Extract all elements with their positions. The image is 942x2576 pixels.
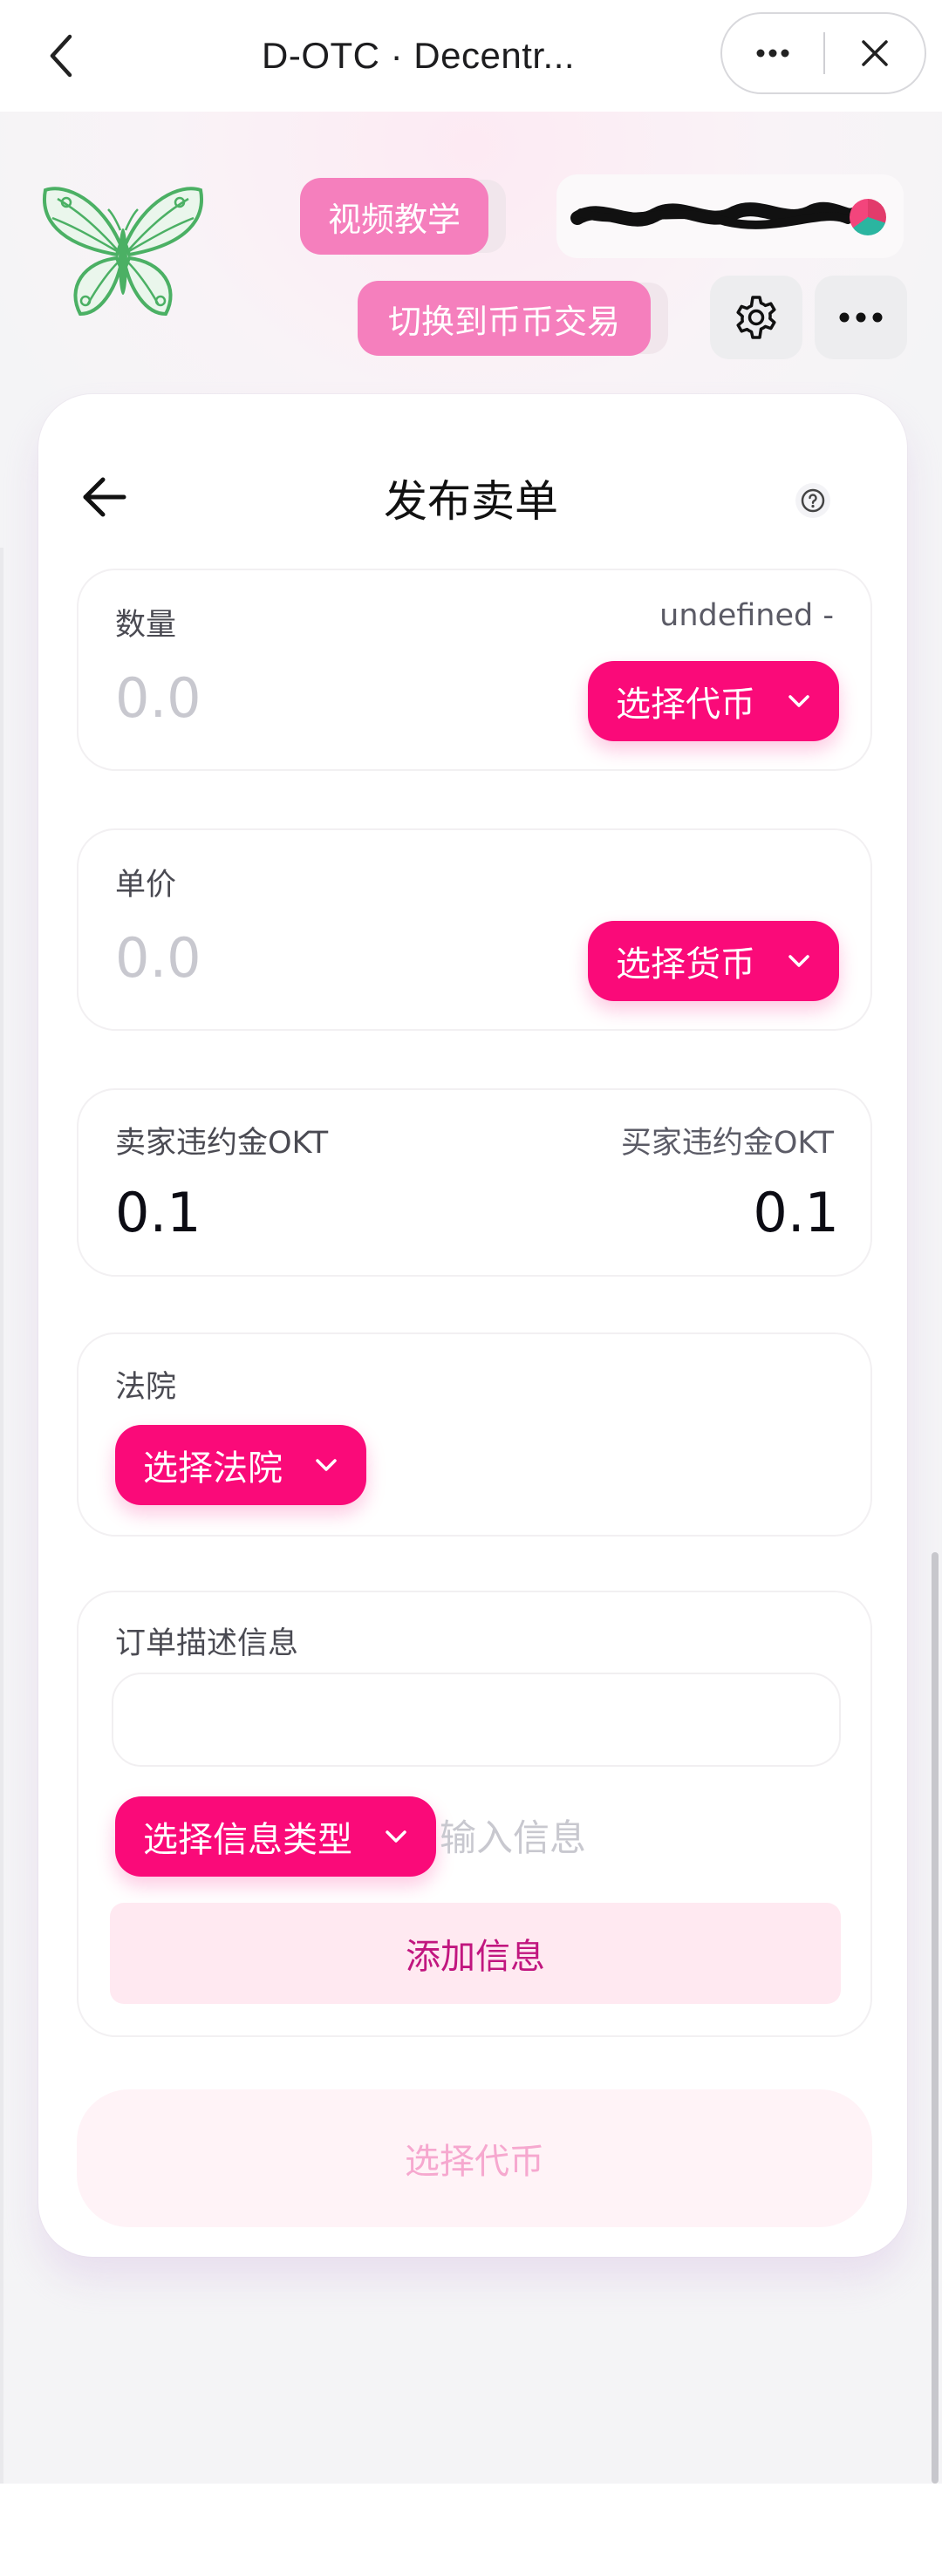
scrollbar[interactable]	[932, 1552, 939, 2484]
butterfly-logo-icon[interactable]	[40, 183, 206, 323]
gear-icon	[736, 296, 776, 339]
chevron-down-icon	[316, 1459, 337, 1471]
bottom-area	[0, 2484, 942, 2576]
penalty-deposit-section: 卖家违约金OKT 买家违约金OKT 0.1 0.1	[77, 1088, 872, 1277]
select-token-label: 选择代币	[616, 685, 755, 725]
more-icon	[756, 49, 789, 58]
ellipsis-icon	[839, 312, 883, 323]
select-court-button[interactable]: 选择法院	[115, 1425, 366, 1505]
redacted-address-scribble	[570, 201, 857, 229]
chevron-down-icon	[386, 1830, 406, 1843]
switch-to-swap-button[interactable]: 切换到币币交易	[358, 281, 651, 356]
select-token-button[interactable]: 选择代币	[588, 661, 839, 741]
quantity-label: 数量	[115, 608, 177, 643]
back-chevron-icon[interactable]	[42, 31, 85, 80]
help-icon[interactable]	[794, 481, 832, 520]
description-label: 订单描述信息	[115, 1626, 299, 1661]
order-description-section: 订单描述信息 选择信息类型 输入信息 添加信息	[77, 1591, 872, 2037]
balance-text: undefined -	[659, 598, 834, 633]
close-icon	[862, 40, 888, 66]
video-tutorial-button[interactable]: 视频教学	[300, 178, 488, 255]
page: D-OTC · Decentr... 视频教学 切换到币币交易 发布卖单 数量 …	[0, 0, 942, 2576]
quantity-section: 数量 undefined - 0.0 选择代币	[77, 569, 872, 771]
chevron-down-icon	[788, 955, 809, 967]
quantity-input[interactable]: 0.0	[115, 666, 201, 730]
more-button[interactable]	[722, 14, 823, 92]
price-input[interactable]: 0.0	[115, 926, 201, 990]
select-currency-button[interactable]: 选择货币	[588, 921, 839, 1001]
settings-button[interactable]	[710, 276, 802, 359]
wallet-avatar	[850, 199, 886, 235]
capsule-menu	[720, 12, 926, 94]
wallet-address-button[interactable]	[556, 174, 904, 258]
chevron-down-icon	[788, 695, 809, 707]
select-info-type-label: 选择信息类型	[143, 1820, 352, 1860]
close-button[interactable]	[825, 14, 925, 92]
arrow-left-icon[interactable]	[78, 471, 131, 523]
seller-penalty-label: 卖家违约金OKT	[115, 1126, 329, 1161]
buyer-penalty-label: 买家违约金OKT	[620, 1126, 834, 1161]
price-section: 单价 0.0 选择货币	[77, 828, 872, 1031]
court-section: 法院 选择法院	[77, 1332, 872, 1537]
seller-penalty-value: 0.1	[115, 1181, 201, 1244]
card-title: 发布卖单	[384, 476, 558, 527]
select-info-type-button[interactable]: 选择信息类型	[115, 1796, 436, 1877]
more-options-button[interactable]	[815, 276, 907, 359]
buyer-penalty-value: 0.1	[753, 1181, 839, 1244]
price-label: 单价	[115, 868, 177, 903]
info-input[interactable]: 输入信息	[440, 1809, 586, 1862]
description-input[interactable]	[112, 1673, 841, 1767]
app-title: D-OTC · Decentr...	[262, 35, 576, 76]
add-info-button[interactable]: 添加信息	[110, 1903, 841, 2004]
select-court-label: 选择法院	[143, 1448, 283, 1489]
submit-button[interactable]: 选择代币	[77, 2089, 872, 2227]
select-currency-label: 选择货币	[616, 944, 755, 985]
top-bar: D-OTC · Decentr...	[0, 0, 942, 112]
court-label: 法院	[115, 1370, 177, 1405]
